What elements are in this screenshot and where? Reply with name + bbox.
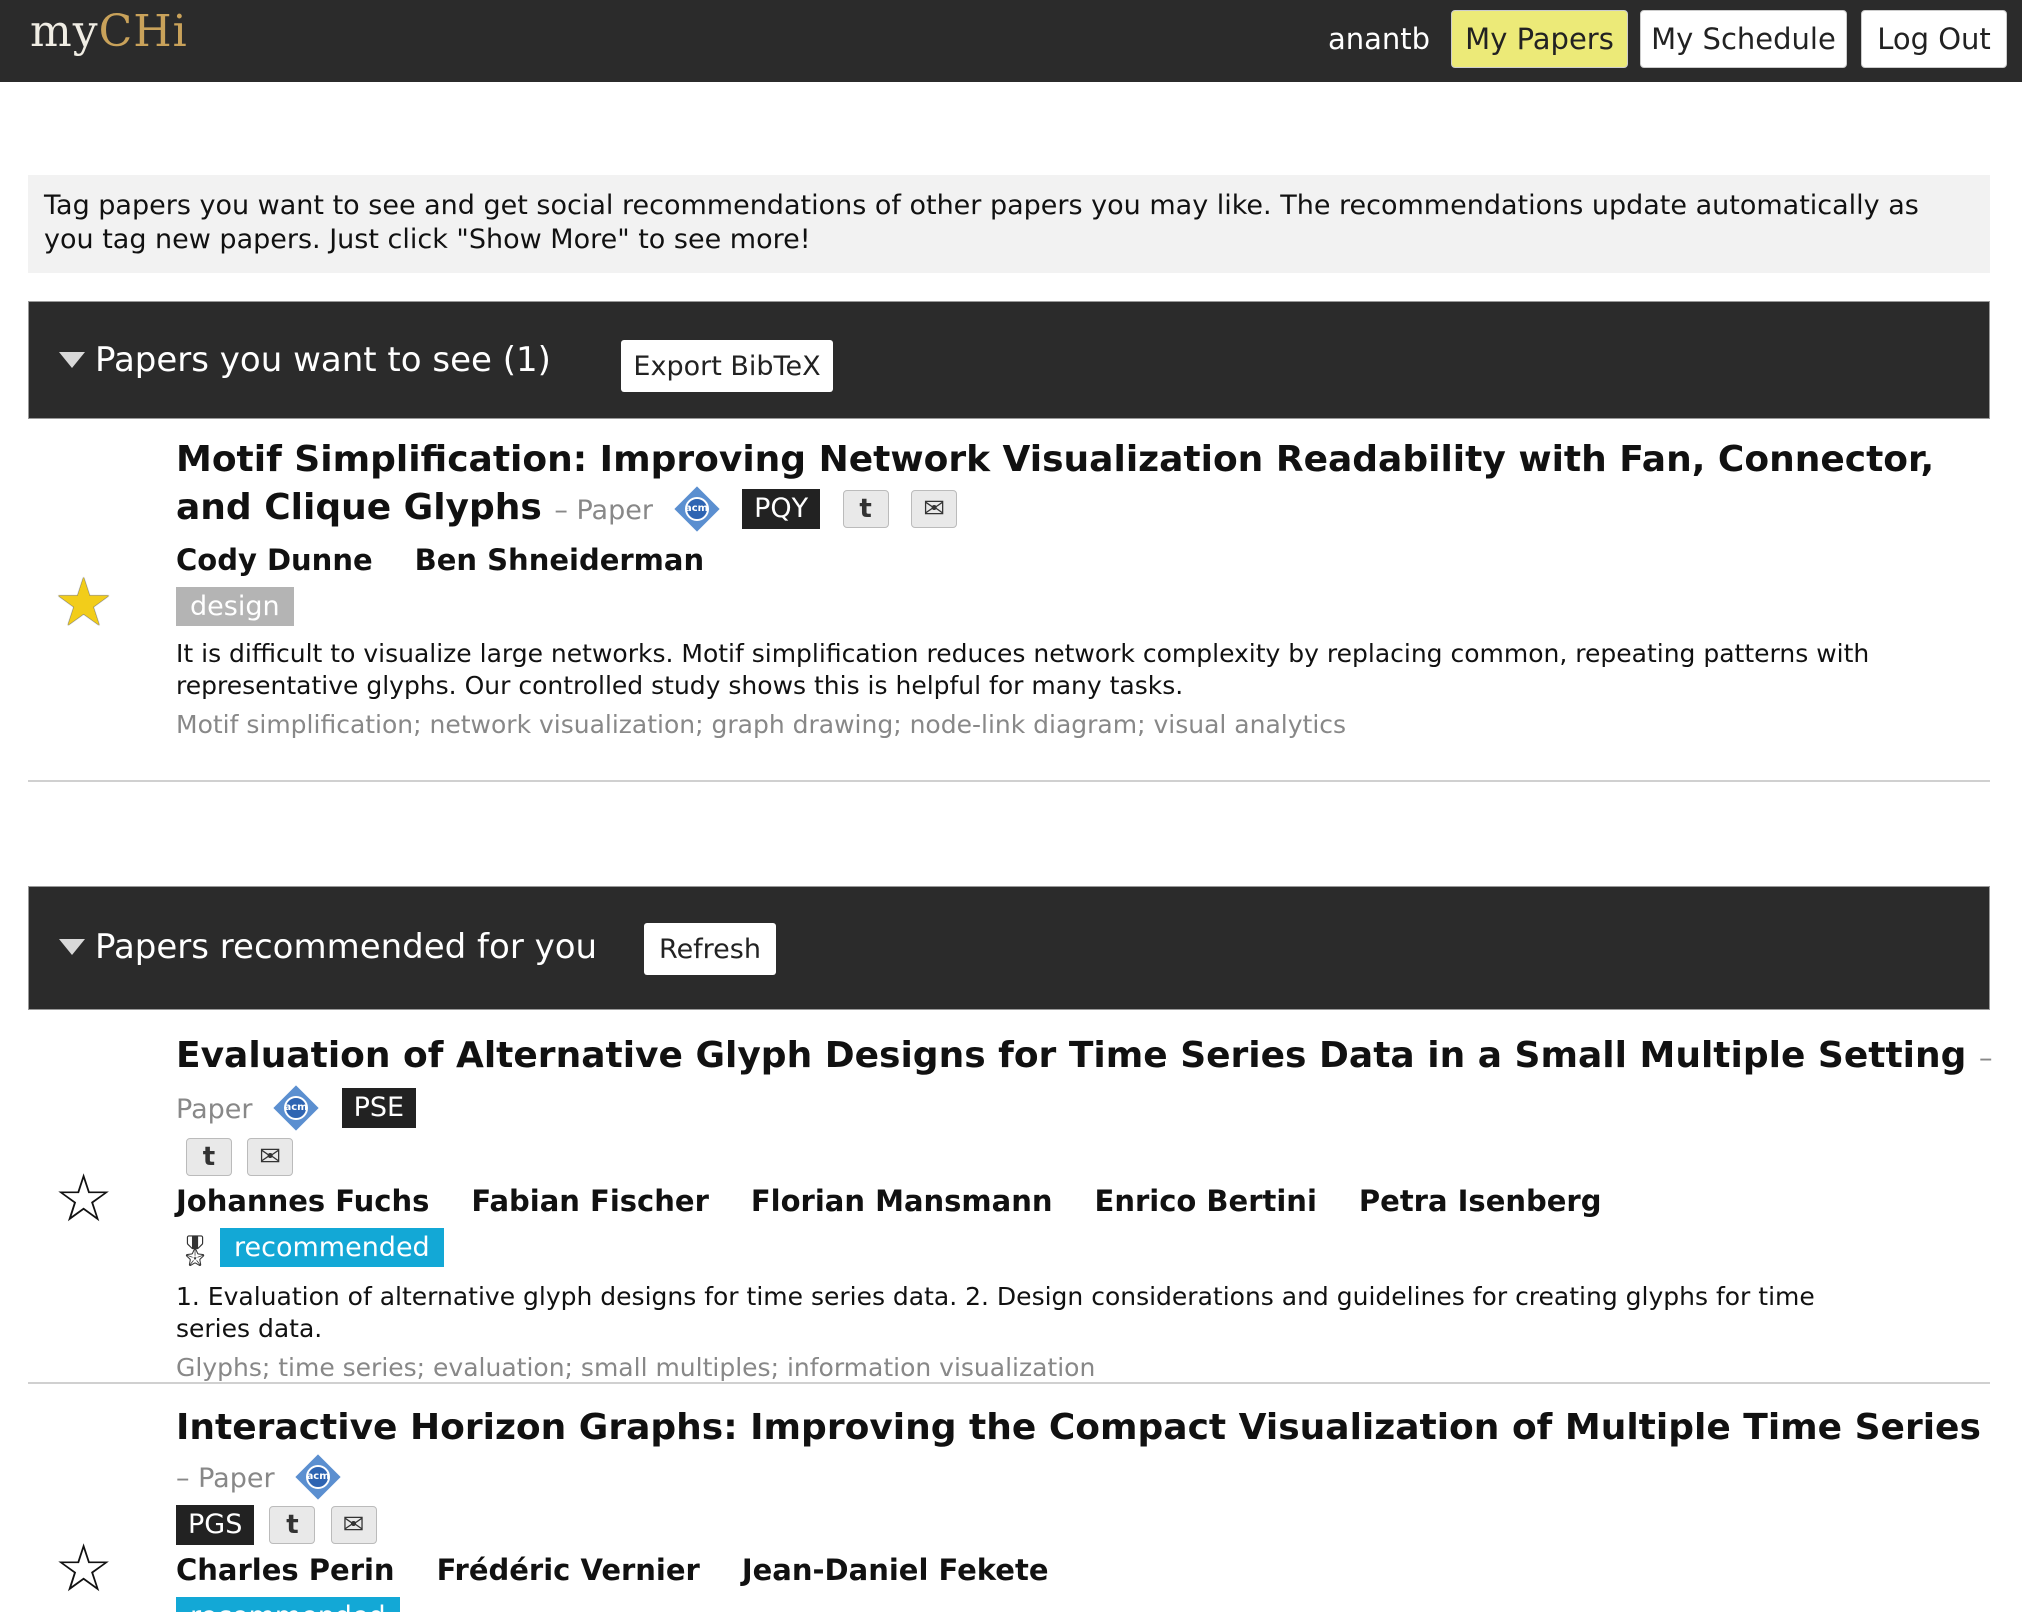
paper-type: – Paper xyxy=(176,1463,275,1494)
logo-suffix: CHi xyxy=(98,6,188,57)
export-bibtex-button[interactable]: Export BibTeX xyxy=(621,340,833,392)
mail-icon[interactable]: ✉ xyxy=(911,490,958,528)
award-medal-icon: 🎖 xyxy=(176,1234,215,1269)
section-header-recommended: Papers recommended for you Refresh xyxy=(28,886,1990,1010)
session-code-badge[interactable]: PSE xyxy=(341,1088,417,1128)
paper-title[interactable]: Evaluation of Alternative Glyph Designs … xyxy=(176,1035,1966,1076)
my-schedule-button[interactable]: My Schedule xyxy=(1640,10,1847,68)
author-name[interactable]: Ben Shneiderman xyxy=(415,543,704,577)
acm-icon[interactable]: acm xyxy=(273,1085,319,1131)
intro-message: Tag papers you want to see and get socia… xyxy=(28,175,1990,273)
session-code-badge[interactable]: PGS xyxy=(176,1505,255,1545)
star-toggle-icon[interactable]: ☆ xyxy=(54,1536,113,1602)
twitter-icon[interactable]: t xyxy=(269,1506,316,1544)
logo-prefix: my xyxy=(30,6,99,57)
paper-title-line: Motif Simplification: Improving Network … xyxy=(176,436,1996,535)
paper-title-line: Evaluation of Alternative Glyph Designs … xyxy=(176,1032,1996,1134)
paper-entry: Evaluation of Alternative Glyph Designs … xyxy=(176,1032,1996,1382)
section-title: Papers you want to see (1) xyxy=(95,340,551,380)
paper-title-line: Interactive Horizon Graphs: Improving th… xyxy=(176,1404,1996,1503)
paper-abstract: It is difficult to visualize large netwo… xyxy=(176,639,1870,700)
collapse-triangle-icon[interactable] xyxy=(59,939,85,955)
app-logo[interactable]: myCHi xyxy=(30,6,188,57)
paper-keywords: Motif simplification; network visualizat… xyxy=(176,710,1347,739)
star-toggle-icon[interactable]: ☆ xyxy=(54,1166,113,1232)
badge-icons-row: PGS t ✉ xyxy=(176,1505,1996,1545)
divider xyxy=(28,1382,1990,1384)
author-list: Charles Perin Frédéric Vernier Jean-Daniel… xyxy=(176,1553,1996,1587)
tag-badge[interactable]: recommended xyxy=(220,1228,444,1267)
username-label: anantb xyxy=(1328,22,1431,56)
author-name[interactable]: Florian Mansmann xyxy=(751,1184,1053,1218)
tag-badge[interactable]: recommended xyxy=(176,1597,400,1612)
author-list: Cody Dunne Ben Shneiderman xyxy=(176,543,1996,577)
twitter-icon[interactable]: t xyxy=(842,490,889,528)
section-header-want-to-see: Papers you want to see (1) Export BibTeX xyxy=(28,301,1990,419)
log-out-button[interactable]: Log Out xyxy=(1861,10,2007,68)
mail-icon[interactable]: ✉ xyxy=(330,1506,377,1544)
paper-entry: Interactive Horizon Graphs: Improving th… xyxy=(176,1404,1996,1612)
paper-type: – Paper xyxy=(554,495,653,526)
divider xyxy=(28,780,1990,782)
top-navigation-bar: myCHi anantb My Papers My Schedule Log O… xyxy=(0,0,2022,82)
paper-title[interactable]: Motif Simplification: Improving Network … xyxy=(176,439,1934,528)
refresh-button[interactable]: Refresh xyxy=(644,923,776,975)
acm-icon[interactable]: acm xyxy=(295,1454,341,1500)
author-name[interactable]: Frédéric Vernier xyxy=(437,1553,700,1587)
author-name[interactable]: Petra Isenberg xyxy=(1359,1184,1602,1218)
acm-icon[interactable]: acm xyxy=(673,486,720,532)
section-title: Papers recommended for you xyxy=(95,927,598,967)
author-name[interactable]: Johannes Fuchs xyxy=(176,1184,429,1218)
author-name[interactable]: Jean-Daniel Fekete xyxy=(742,1553,1049,1587)
mail-icon[interactable]: ✉ xyxy=(247,1138,294,1176)
paper-title[interactable]: Interactive Horizon Graphs: Improving th… xyxy=(176,1407,1981,1448)
author-name[interactable]: Charles Perin xyxy=(176,1553,395,1587)
author-name[interactable]: Enrico Bertini xyxy=(1095,1184,1317,1218)
twitter-icon[interactable]: t xyxy=(186,1138,232,1176)
paper-abstract: 1. Evaluation of alternative glyph desig… xyxy=(176,1282,1815,1343)
author-name[interactable]: Fabian Fischer xyxy=(471,1184,709,1218)
paper-entry: Motif Simplification: Improving Network … xyxy=(176,436,1996,739)
author-name[interactable]: Cody Dunne xyxy=(176,543,373,577)
collapse-triangle-icon[interactable] xyxy=(59,352,85,368)
star-toggle-icon[interactable]: ★ xyxy=(54,570,113,636)
author-list: Johannes Fuchs Fabian Fischer Florian Mans… xyxy=(176,1184,1996,1218)
share-icons-row: t ✉ xyxy=(176,1138,1996,1176)
paper-keywords: Glyphs; time series; evaluation; small m… xyxy=(176,1353,1096,1382)
my-papers-button[interactable]: My Papers xyxy=(1451,10,1628,68)
session-code-badge[interactable]: PQY xyxy=(742,489,821,529)
tag-badge[interactable]: design xyxy=(176,587,294,626)
